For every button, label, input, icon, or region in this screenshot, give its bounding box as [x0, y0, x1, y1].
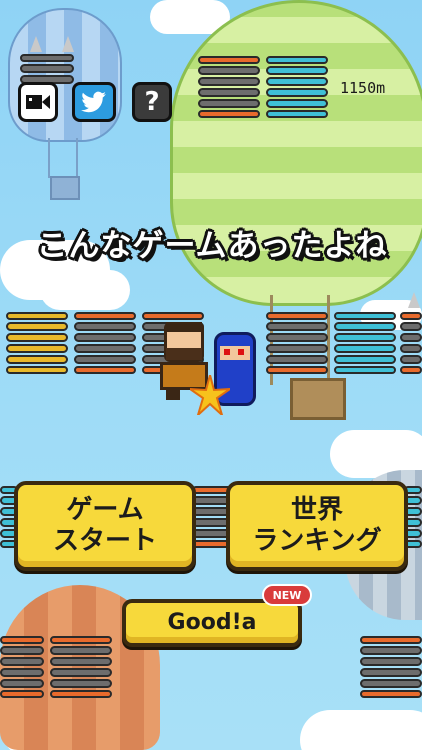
video-icon	[26, 95, 50, 109]
world-ranking-label: 世界 ランキング	[252, 494, 382, 556]
spike	[408, 292, 420, 308]
spring-pile	[400, 312, 422, 374]
game-start-label: ゲーム スタート	[52, 494, 157, 556]
help-icon: ?	[144, 87, 160, 117]
spike	[30, 36, 42, 52]
new-badge-label: NEW	[272, 588, 302, 602]
world-ranking-button[interactable]: 世界 ランキング	[226, 481, 408, 571]
balloon-basket	[50, 176, 80, 200]
cloud	[40, 270, 130, 310]
game-screen: ? 1150m こんなゲームあったよね ゲーム スタート 世界 ランキング Go…	[0, 0, 422, 750]
spring-pile	[198, 56, 260, 118]
game-start-button[interactable]: ゲーム スタート	[14, 481, 196, 571]
balloon-basket	[290, 378, 346, 420]
spring-pile	[334, 312, 396, 374]
good-label: Good!a	[167, 609, 257, 635]
video-button[interactable]	[18, 82, 58, 122]
spring-pile	[0, 636, 44, 698]
spring-pile	[6, 312, 68, 374]
twitter-bird-icon	[81, 91, 106, 113]
spring-pile	[50, 636, 112, 698]
good-button[interactable]: Good!a	[122, 599, 302, 647]
balloon-rope	[48, 138, 78, 178]
spring-pile	[266, 56, 328, 118]
distance-counter: 1150m	[340, 79, 386, 97]
new-badge: NEW	[262, 584, 312, 606]
impact-spark-icon	[190, 375, 230, 415]
twitter-button[interactable]	[72, 82, 116, 122]
spike	[62, 36, 74, 52]
help-button[interactable]: ?	[132, 82, 172, 122]
spring-pile	[74, 312, 136, 374]
game-title: こんなゲームあったよね	[36, 227, 388, 264]
cloud	[300, 710, 422, 750]
spring-pile	[360, 636, 422, 698]
spring-pile	[266, 312, 328, 374]
